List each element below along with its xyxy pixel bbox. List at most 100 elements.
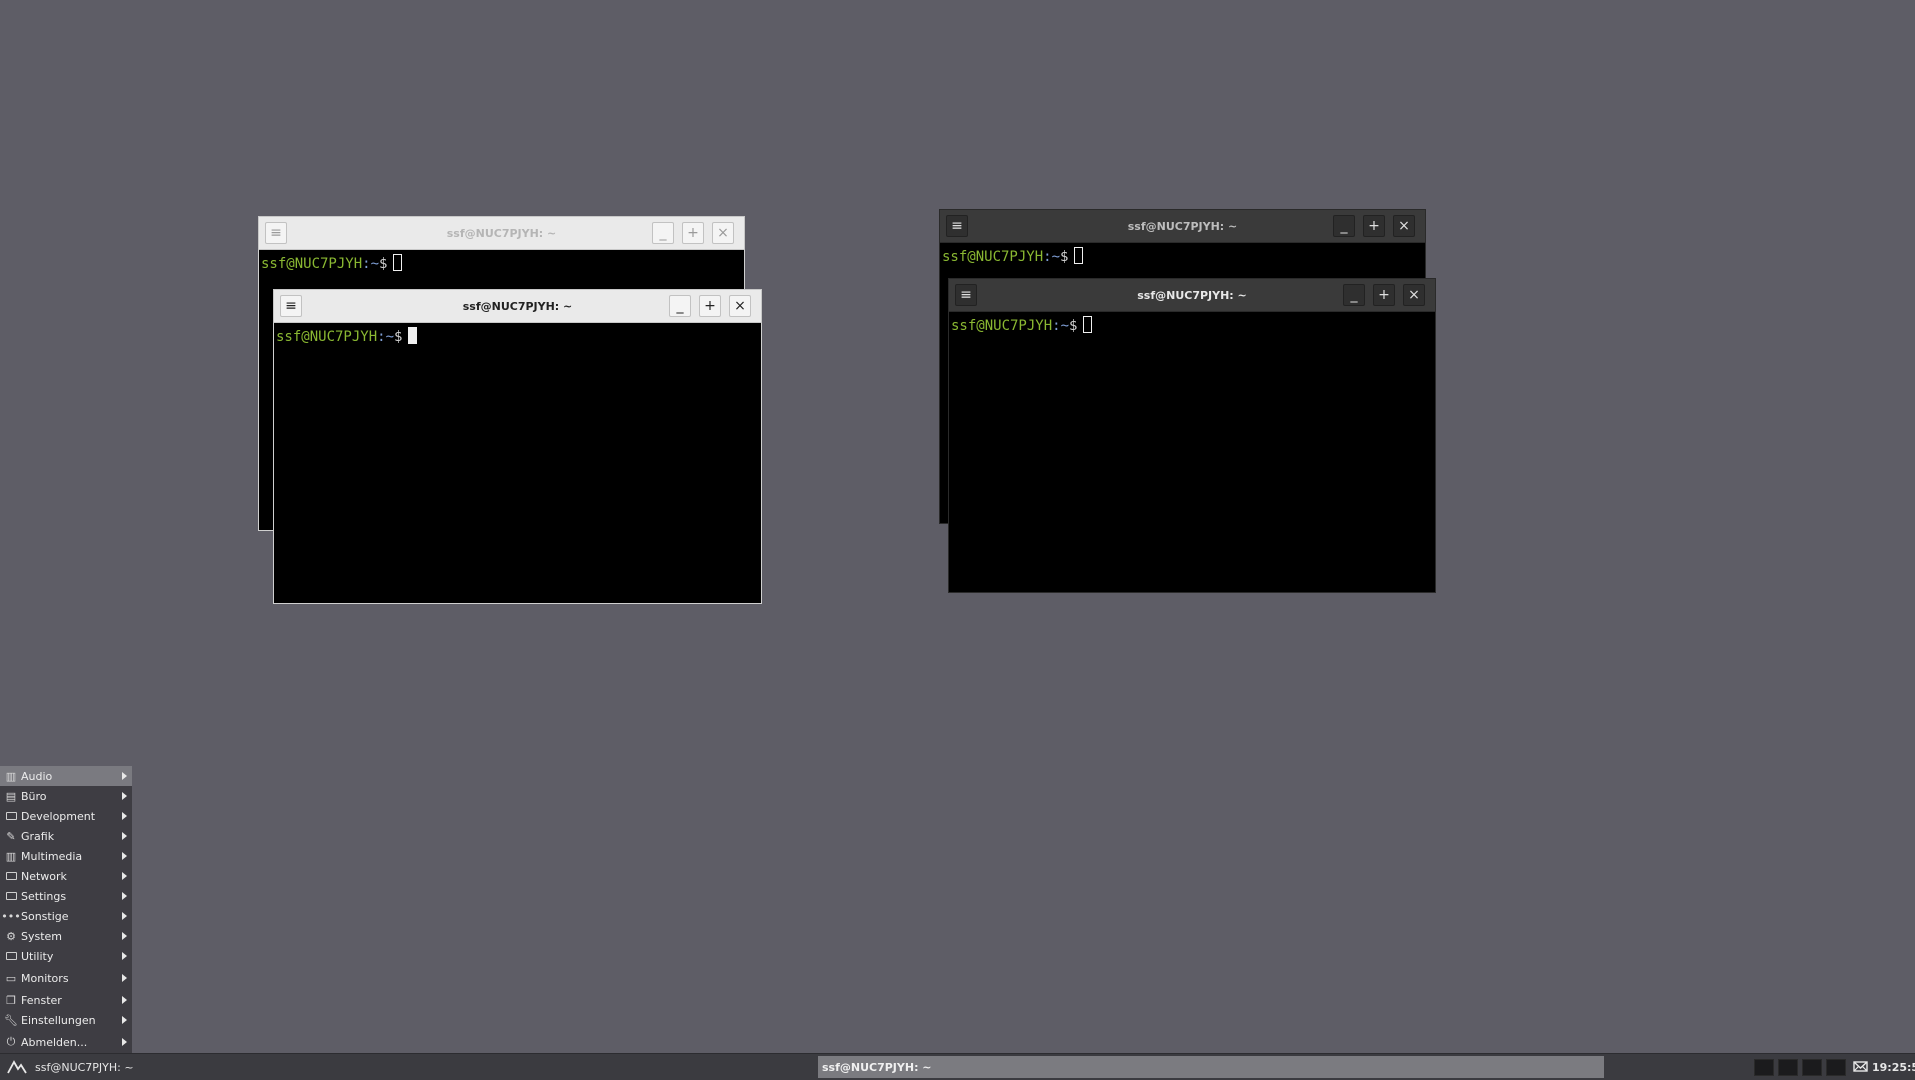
submenu-arrow-icon bbox=[122, 892, 127, 900]
folder-icon bbox=[4, 810, 18, 822]
system-icon: ⚙ bbox=[6, 929, 16, 943]
taskbar: ssf@NUC7PJYH: ~ ssf@NUC7PJYH: ~ 19:25:58 bbox=[0, 1053, 1915, 1080]
window-menu-button[interactable]: ≡ bbox=[955, 284, 977, 306]
submenu-arrow-icon bbox=[122, 812, 127, 820]
close-button[interactable]: × bbox=[712, 222, 734, 244]
maximize-icon: + bbox=[1368, 218, 1380, 234]
prompt-symbol: $ bbox=[1060, 249, 1069, 265]
minimize-icon: _ bbox=[1350, 287, 1358, 303]
text-cursor bbox=[1083, 316, 1093, 333]
maximize-button[interactable]: + bbox=[699, 295, 721, 317]
maximize-button[interactable]: + bbox=[1363, 215, 1385, 237]
network-monitor-icon[interactable] bbox=[1802, 1059, 1822, 1076]
terminal-area[interactable]: ssf@NUC7PJYH:~$ bbox=[273, 323, 762, 604]
prompt-path: :~ bbox=[1052, 318, 1070, 334]
maximize-button[interactable]: + bbox=[1373, 284, 1395, 306]
menu-item-utility[interactable]: Utility bbox=[0, 946, 132, 966]
submenu-arrow-icon bbox=[122, 912, 127, 920]
menu-item-system[interactable]: ⚙ System bbox=[0, 926, 132, 946]
submenu-arrow-icon bbox=[122, 952, 127, 960]
maximize-button[interactable]: + bbox=[682, 222, 704, 244]
close-button[interactable]: × bbox=[729, 295, 751, 317]
menu-item-label: Abmelden... bbox=[21, 1035, 88, 1049]
close-button[interactable]: × bbox=[1403, 284, 1425, 306]
submenu-arrow-icon bbox=[122, 974, 127, 982]
close-button[interactable]: × bbox=[1393, 215, 1415, 237]
menu-item-label: System bbox=[21, 929, 63, 943]
menu-item-multimedia[interactable]: ▥ Multimedia bbox=[0, 846, 132, 866]
prompt-user: ssf@NUC7PJYH bbox=[951, 318, 1053, 334]
menu-item-grafik[interactable]: ✎ Grafik bbox=[0, 826, 132, 846]
folder-icon bbox=[4, 950, 18, 962]
menu-item-sonstige[interactable]: ••• Sonstige bbox=[0, 906, 132, 926]
submenu-arrow-icon bbox=[122, 1038, 127, 1046]
hamburger-icon: ≡ bbox=[285, 298, 297, 314]
prompt-symbol: $ bbox=[1069, 318, 1078, 334]
submenu-arrow-icon bbox=[122, 792, 127, 800]
menu-item-fenster[interactable]: ❐ Fenster bbox=[0, 990, 132, 1010]
desktop: ≡ ssf@NUC7PJYH: ~ _ + × ssf@NUC7PJYH:~$ … bbox=[0, 0, 1915, 1053]
minimize-button[interactable]: _ bbox=[1333, 215, 1355, 237]
close-icon: × bbox=[1398, 218, 1410, 234]
maximize-icon: + bbox=[1378, 287, 1390, 303]
active-window-title: ssf@NUC7PJYH: ~ bbox=[35, 1061, 134, 1074]
submenu-arrow-icon bbox=[122, 996, 127, 1004]
menu-item-label: Grafik bbox=[21, 829, 55, 843]
window-menu-button[interactable]: ≡ bbox=[280, 295, 302, 317]
terminal-area[interactable]: ssf@NUC7PJYH:~$ bbox=[948, 312, 1436, 593]
text-cursor bbox=[408, 327, 418, 344]
minimize-icon: _ bbox=[676, 298, 684, 314]
submenu-arrow-icon bbox=[122, 852, 127, 860]
clock[interactable]: 19:25:58 bbox=[1872, 1061, 1915, 1074]
cpu-monitor-icon[interactable] bbox=[1778, 1059, 1798, 1076]
minimize-button[interactable]: _ bbox=[652, 222, 674, 244]
minimize-button[interactable]: _ bbox=[669, 295, 691, 317]
close-icon: × bbox=[734, 298, 746, 314]
menu-item-buero[interactable]: ▤ Büro bbox=[0, 786, 132, 806]
taskbar-task-button[interactable]: ssf@NUC7PJYH: ~ bbox=[818, 1056, 1604, 1078]
hamburger-icon: ≡ bbox=[951, 218, 963, 234]
mail-icon[interactable] bbox=[1853, 1059, 1868, 1074]
title-bar[interactable]: ≡ ssf@NUC7PJYH: ~ _ + × bbox=[939, 209, 1426, 243]
application-menu: ▥ Audio ▤ Büro Development ✎ Grafik ▥ Mu… bbox=[0, 766, 132, 1053]
menu-item-label: Settings bbox=[21, 889, 67, 903]
prompt-user: ssf@NUC7PJYH bbox=[261, 256, 363, 272]
menu-item-label: Sonstige bbox=[21, 909, 69, 923]
minimize-icon: _ bbox=[659, 225, 667, 241]
start-menu-logo-icon[interactable] bbox=[6, 1058, 28, 1076]
prompt-symbol: $ bbox=[394, 329, 403, 345]
menu-item-abmelden[interactable]: ⏻ Abmelden... bbox=[0, 1032, 132, 1052]
prompt-path: :~ bbox=[1043, 249, 1061, 265]
prompt-user: ssf@NUC7PJYH bbox=[276, 329, 378, 345]
multimedia-icon: ▥ bbox=[5, 849, 17, 863]
wrench-icon: 🔧︎ bbox=[4, 1013, 18, 1027]
title-bar[interactable]: ≡ ssf@NUC7PJYH: ~ _ + × bbox=[273, 289, 762, 323]
menu-item-label: Multimedia bbox=[21, 849, 83, 863]
menu-item-label: Audio bbox=[21, 769, 53, 783]
menu-item-label: Monitors bbox=[21, 971, 69, 985]
terminal-window-d[interactable]: ≡ ssf@NUC7PJYH: ~ _ + × ssf@NUC7PJYH:~$ bbox=[948, 278, 1436, 593]
submenu-arrow-icon bbox=[122, 932, 127, 940]
window-menu-button[interactable]: ≡ bbox=[265, 222, 287, 244]
menu-item-development[interactable]: Development bbox=[0, 806, 132, 826]
submenu-arrow-icon bbox=[122, 832, 127, 840]
menu-item-settings[interactable]: Settings bbox=[0, 886, 132, 906]
terminal-window-b[interactable]: ≡ ssf@NUC7PJYH: ~ _ + × ssf@NUC7PJYH:~$ bbox=[273, 289, 762, 604]
menu-item-label: Utility bbox=[21, 949, 54, 963]
memory-monitor-icon[interactable] bbox=[1826, 1059, 1846, 1076]
title-bar[interactable]: ≡ ssf@NUC7PJYH: ~ _ + × bbox=[258, 216, 745, 250]
prompt-path: :~ bbox=[377, 329, 395, 345]
menu-item-label: Einstellungen bbox=[21, 1013, 96, 1027]
minimize-button[interactable]: _ bbox=[1343, 284, 1365, 306]
prompt-symbol: $ bbox=[379, 256, 388, 272]
workspace-pager-1[interactable] bbox=[1754, 1059, 1774, 1076]
menu-item-monitors[interactable]: ▭ Monitors bbox=[0, 968, 132, 988]
office-icon: ▤ bbox=[5, 789, 17, 803]
menu-item-audio[interactable]: ▥ Audio bbox=[0, 766, 132, 786]
logout-icon: ⏻ bbox=[6, 1035, 16, 1048]
title-bar[interactable]: ≡ ssf@NUC7PJYH: ~ _ + × bbox=[948, 278, 1436, 312]
maximize-icon: + bbox=[687, 225, 699, 241]
menu-item-einstellungen[interactable]: 🔧︎ Einstellungen bbox=[0, 1010, 132, 1030]
window-menu-button[interactable]: ≡ bbox=[946, 215, 968, 237]
menu-item-network[interactable]: Network bbox=[0, 866, 132, 886]
